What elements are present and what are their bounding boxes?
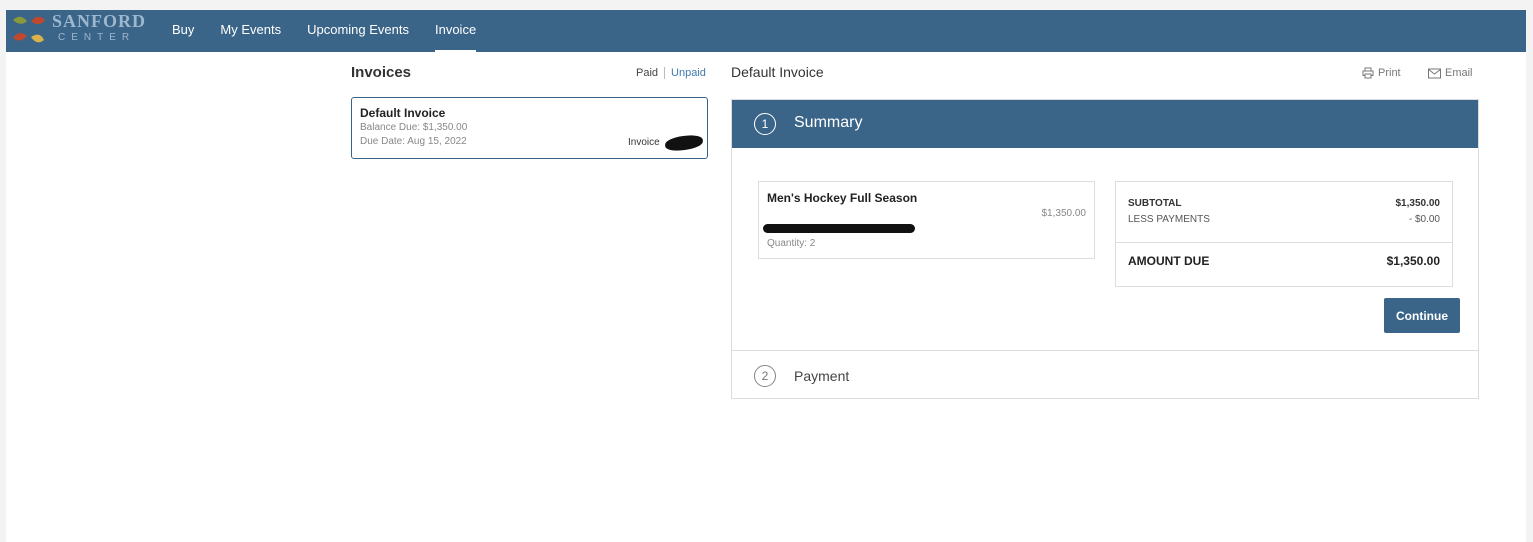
- totals-summary: SUBTOTAL $1,350.00 LESS PAYMENTS - $0.00…: [1115, 181, 1453, 287]
- invoice-card[interactable]: Default Invoice Balance Due: $1,350.00 D…: [351, 97, 708, 159]
- email-label: Email: [1445, 67, 1473, 79]
- subtotal-label: SUBTOTAL: [1128, 198, 1182, 209]
- totals-divider: [1116, 242, 1452, 243]
- envelope-icon: [1428, 68, 1441, 78]
- invoice-title: Default Invoice: [731, 64, 824, 80]
- sanford-center-logo[interactable]: SANFORD CENTER: [10, 11, 160, 50]
- filter-paid[interactable]: Paid: [636, 67, 666, 79]
- invoice-card-balance: Balance Due: $1,350.00: [360, 122, 468, 133]
- amount-due-value: $1,350.00: [1386, 254, 1440, 268]
- less-payments-label: LESS PAYMENTS: [1128, 214, 1210, 225]
- amount-due-label: AMOUNT DUE: [1128, 254, 1210, 268]
- leaf-logo-icon: [13, 16, 45, 43]
- email-button[interactable]: Email: [1428, 67, 1473, 79]
- invoice-panel: 1 Summary Men's Hockey Full Season $1,35…: [731, 99, 1479, 399]
- filter-unpaid[interactable]: Unpaid: [671, 67, 706, 79]
- invoice-card-due-date: Due Date: Aug 15, 2022: [360, 136, 467, 147]
- printer-icon: [1362, 67, 1374, 79]
- nav-my-events[interactable]: My Events: [220, 10, 281, 52]
- nav-buy[interactable]: Buy: [172, 10, 194, 52]
- redaction-mark: [763, 224, 915, 233]
- subtotal-value: $1,350.00: [1395, 198, 1441, 209]
- step-number-1: 1: [754, 113, 776, 135]
- invoice-status-filter: Paid Unpaid: [636, 67, 706, 79]
- summary-step-label: Summary: [794, 114, 863, 131]
- payment-step-header[interactable]: 2 Payment: [732, 350, 1478, 399]
- nav-invoice[interactable]: Invoice: [434, 10, 477, 53]
- logo-subtitle: CENTER: [58, 32, 136, 43]
- line-item: Men's Hockey Full Season $1,350.00 Quant…: [758, 181, 1095, 259]
- print-label: Print: [1378, 67, 1401, 79]
- less-payments-row: LESS PAYMENTS - $0.00: [1128, 214, 1440, 225]
- line-item-quantity: Quantity: 2: [767, 238, 816, 249]
- nav-upcoming-events[interactable]: Upcoming Events: [307, 10, 409, 52]
- line-item-name: Men's Hockey Full Season: [767, 191, 918, 205]
- amount-due-row: AMOUNT DUE $1,350.00: [1128, 254, 1440, 268]
- invoice-card-number-label: Invoice: [628, 137, 660, 148]
- redaction-mark: [664, 134, 704, 152]
- line-item-price: $1,350.00: [1041, 208, 1087, 219]
- continue-button[interactable]: Continue: [1384, 298, 1460, 333]
- summary-step-header[interactable]: 1 Summary: [732, 100, 1478, 148]
- less-payments-value: - $0.00: [1408, 214, 1440, 225]
- app-frame: SANFORD CENTER Buy My Events Upcoming Ev…: [6, 10, 1526, 542]
- invoice-card-name: Default Invoice: [360, 106, 446, 120]
- logo-wordmark: SANFORD: [52, 11, 147, 31]
- payment-step-label: Payment: [794, 368, 850, 384]
- step-number-2: 2: [754, 365, 776, 387]
- main-nav: Buy My Events Upcoming Events Invoice: [172, 10, 502, 53]
- subtotal-row: SUBTOTAL $1,350.00: [1128, 198, 1440, 209]
- top-navigation-bar: SANFORD CENTER Buy My Events Upcoming Ev…: [6, 10, 1526, 53]
- invoices-heading: Invoices: [351, 64, 412, 81]
- print-button[interactable]: Print: [1362, 67, 1401, 79]
